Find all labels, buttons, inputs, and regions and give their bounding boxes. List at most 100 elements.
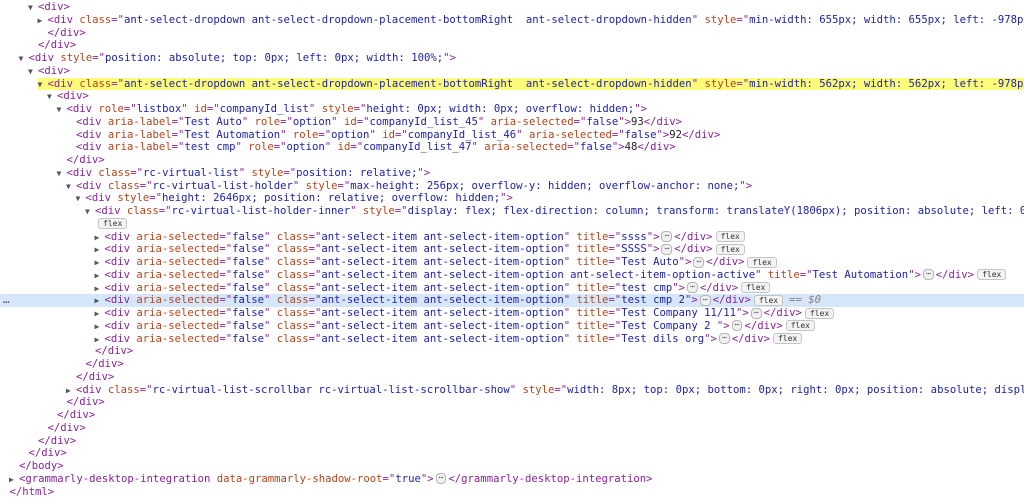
flex-badge[interactable]: flex xyxy=(754,295,783,306)
dom-node-row[interactable]: ▶<div aria-label="test cmp" role="option… xyxy=(0,141,1024,154)
dom-node-row[interactable]: ▶<div aria-selected="false" class="ant-s… xyxy=(0,231,1024,244)
dom-node-row[interactable]: ▶</div> xyxy=(0,154,1024,167)
dom-node-row[interactable]: ▶<div aria-label="Test Automation" role=… xyxy=(0,129,1024,142)
collapse-triangle-icon[interactable]: ▶ xyxy=(95,232,105,244)
text-node: 48 xyxy=(625,141,638,153)
flex-badge[interactable]: flex xyxy=(977,269,1006,280)
collapse-triangle-icon[interactable]: ▶ xyxy=(9,474,19,486)
dom-node-row[interactable]: ▶</div> xyxy=(0,396,1024,409)
dom-node-row[interactable]: ▼<div style="position: absolute; top: 0p… xyxy=(0,52,1024,65)
flex-badge[interactable]: flex xyxy=(98,218,127,229)
dom-node-row[interactable]: ▶</div> xyxy=(0,422,1024,435)
tag-token: " xyxy=(564,333,577,345)
dom-node-row[interactable]: ▶</div> xyxy=(0,345,1024,358)
flex-badge[interactable]: flex xyxy=(716,231,745,242)
dom-node-row[interactable]: ▶</div> xyxy=(0,409,1024,422)
dom-node-row[interactable]: ▶<div class="rc-virtual-list-scrollbar r… xyxy=(0,384,1024,397)
dom-node-row[interactable]: ▶<div aria-label="Test Auto" role="optio… xyxy=(0,116,1024,129)
dom-node-row[interactable]: ▶</div> xyxy=(0,39,1024,52)
collapse-triangle-icon[interactable]: ▶ xyxy=(95,295,105,307)
tag-token: " xyxy=(516,129,529,141)
expand-triangle-icon[interactable]: ▼ xyxy=(47,91,57,103)
dom-node-row[interactable]: ▶<div aria-selected="false" class="ant-s… xyxy=(0,320,1024,333)
dom-node-row[interactable]: ▶</html> xyxy=(0,486,1024,498)
collapsed-content-ellipsis-icon[interactable]: ⋯ xyxy=(751,308,762,319)
collapsed-content-ellipsis-icon[interactable]: ⋯ xyxy=(700,295,711,306)
collapse-triangle-icon[interactable]: ▶ xyxy=(95,270,105,282)
dom-node-row[interactable]: ▶<grammarly-desktop-integration data-gra… xyxy=(0,473,1024,486)
collapse-triangle-icon[interactable]: ▶ xyxy=(95,244,105,256)
tag-token: " xyxy=(264,269,277,281)
tag-token: =" xyxy=(219,243,232,255)
collapse-triangle-icon[interactable]: ▶ xyxy=(38,15,48,27)
collapsed-content-ellipsis-icon[interactable]: ⋯ xyxy=(436,473,447,484)
collapse-triangle-icon[interactable]: ▶ xyxy=(95,321,105,333)
dom-node-content: ▼<div role="listbox" id="companyId_list"… xyxy=(57,103,647,116)
collapse-triangle-icon[interactable]: ▶ xyxy=(95,257,105,269)
dom-node-row[interactable]: ▼<div class="rc-virtual-list" style="pos… xyxy=(0,167,1024,180)
flex-badge[interactable]: flex xyxy=(747,257,776,268)
collapse-triangle-icon[interactable]: ▶ xyxy=(95,334,105,346)
dom-node-row[interactable]: ▼<div style="height: 2646px; position: r… xyxy=(0,192,1024,205)
collapse-triangle-icon[interactable]: ▶ xyxy=(95,308,105,320)
dom-node-row[interactable]: ▶<div aria-selected="false" class="ant-s… xyxy=(0,307,1024,320)
node-options-ellipsis[interactable]: … xyxy=(3,294,17,307)
collapsed-content-ellipsis-icon[interactable]: ⋯ xyxy=(661,244,672,255)
collapsed-content-ellipsis-icon[interactable]: ⋯ xyxy=(732,320,743,331)
dom-node-row[interactable]: ▶</body> xyxy=(0,460,1024,473)
flex-badge[interactable]: flex xyxy=(741,282,770,293)
dom-node-row[interactable]: ▶<div aria-selected="false" class="ant-s… xyxy=(0,333,1024,346)
expand-triangle-icon[interactable]: ▼ xyxy=(28,66,38,78)
expand-triangle-icon[interactable]: ▼ xyxy=(57,168,67,180)
collapsed-content-ellipsis-icon[interactable]: ⋯ xyxy=(923,269,934,280)
dom-node-row[interactable]: ▶</div> xyxy=(0,435,1024,448)
attribute-value: true xyxy=(395,473,421,485)
collapse-triangle-icon[interactable]: ▶ xyxy=(95,283,105,295)
attribute-name: aria-selected xyxy=(136,269,219,281)
dom-node-row[interactable]: ▼<div> xyxy=(0,90,1024,103)
dom-node-row[interactable]: ▶flex xyxy=(0,218,1024,231)
collapsed-content-ellipsis-icon[interactable]: ⋯ xyxy=(693,257,704,268)
expand-triangle-icon[interactable]: ▼ xyxy=(76,193,86,205)
expand-triangle-icon[interactable]: ▼ xyxy=(66,181,76,193)
dom-node-row[interactable]: ▶</div> xyxy=(0,371,1024,384)
tag-token: =" xyxy=(219,333,232,345)
flex-badge[interactable]: flex xyxy=(786,320,815,331)
attribute-value: display: flex; flex-direction: column; t… xyxy=(408,205,1024,217)
dom-node-row[interactable]: ▶<div aria-selected="false" class="ant-s… xyxy=(0,282,1024,295)
attribute-value: option xyxy=(287,141,325,153)
dom-node-row[interactable]: ▶<div aria-selected="false" class="ant-s… xyxy=(0,256,1024,269)
expand-triangle-icon[interactable]: ▼ xyxy=(85,206,95,218)
tag-token: <div xyxy=(67,103,99,115)
dom-node-row[interactable]: ▼<div role="listbox" id="companyId_list"… xyxy=(0,103,1024,116)
collapsed-content-ellipsis-icon[interactable]: ⋯ xyxy=(719,333,730,344)
attribute-name: title xyxy=(577,333,609,345)
dom-node-row[interactable]: ▼<div> xyxy=(0,65,1024,78)
dom-node-row[interactable]: ▶<div aria-selected="false" class="ant-s… xyxy=(0,269,1024,282)
collapsed-content-ellipsis-icon[interactable]: ⋯ xyxy=(661,231,672,242)
attribute-name: style xyxy=(117,192,149,204)
attribute-name: style xyxy=(522,384,554,396)
expand-triangle-icon[interactable]: ▼ xyxy=(38,79,48,91)
expand-triangle-icon[interactable]: ▼ xyxy=(19,53,29,65)
collapsed-content-ellipsis-icon[interactable]: ⋯ xyxy=(687,282,698,293)
attribute-name: aria-selected xyxy=(136,320,219,332)
dom-node-row[interactable]: ▼<div> xyxy=(0,1,1024,14)
expand-triangle-icon[interactable]: ▼ xyxy=(57,104,67,116)
flex-badge[interactable]: flex xyxy=(805,308,834,319)
dom-node-row[interactable]: …▶<div aria-selected="false" class="ant-… xyxy=(0,294,1024,307)
flex-badge[interactable]: flex xyxy=(716,244,745,255)
dom-node-row[interactable]: ▶</div> xyxy=(0,27,1024,40)
dom-node-row[interactable]: ▶</div> xyxy=(0,447,1024,460)
attribute-value: ant-select-item ant-select-item-option xyxy=(321,231,563,243)
expand-triangle-icon[interactable]: ▼ xyxy=(28,2,38,14)
dom-node-row[interactable]: ▼<div class="ant-select-dropdown ant-sel… xyxy=(0,78,1024,91)
flex-badge[interactable]: flex xyxy=(773,333,802,344)
dom-node-row[interactable]: ▶</div> xyxy=(0,358,1024,371)
dom-node-row[interactable]: ▼<div class="rc-virtual-list-holder-inne… xyxy=(0,205,1024,218)
dom-node-row[interactable]: ▼<div class="rc-virtual-list-holder" sty… xyxy=(0,180,1024,193)
tag-token: =" xyxy=(309,269,322,281)
dom-node-row[interactable]: ▶<div class="ant-select-dropdown ant-sel… xyxy=(0,14,1024,27)
dom-node-row[interactable]: ▶<div aria-selected="false" class="ant-s… xyxy=(0,243,1024,256)
collapse-triangle-icon[interactable]: ▶ xyxy=(66,385,76,397)
